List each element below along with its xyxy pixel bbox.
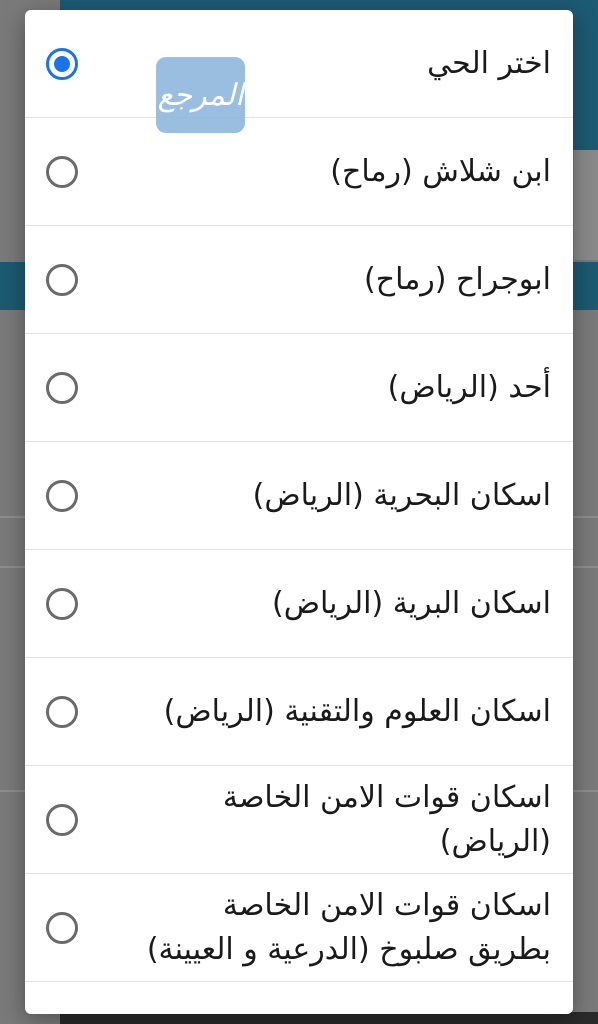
watermark-logo: المرجع [156,57,245,133]
option-label: اسكان قوات الامن الخاصة (الرياض) [222,779,551,859]
option-label: أحد (الرياض) [387,369,551,405]
radio-unchecked-icon[interactable] [46,695,78,728]
option-label: اسكان البرية (الرياض) [272,585,551,621]
option-label: ابوجراح (رماح) [364,261,551,297]
option-uhud[interactable]: أحد (الرياض) [25,334,573,442]
option-choose-district[interactable]: اختر الحي [25,10,573,118]
option-label: اسكان قوات الامن الخاصة بطريق صلبوخ (الد… [146,887,551,967]
option-label: اختر الحي [427,45,551,81]
radio-unchecked-icon[interactable] [46,155,78,188]
radio-unchecked-icon[interactable] [46,803,78,836]
option-ibn-shalash[interactable]: ابن شلاش (رماح) [25,118,573,226]
radio-unchecked-icon[interactable] [46,587,78,620]
watermark-logo-text: المرجع [157,77,244,113]
option-iskan-uloom[interactable]: اسكان العلوم والتقنية (الرياض) [25,658,573,766]
option-label: ابن شلاش (رماح) [330,153,551,189]
radio-unchecked-icon[interactable] [46,263,78,296]
option-label: اسكان العلوم والتقنية (الرياض) [163,693,551,729]
radio-unchecked-icon[interactable] [46,479,78,512]
option-abujarah[interactable]: ابوجراح (رماح) [25,226,573,334]
background-text-edge [574,150,598,260]
option-iskan-quwat-amn[interactable]: اسكان قوات الامن الخاصة (الرياض) [25,766,573,874]
option-iskan-bariya[interactable]: اسكان البرية (الرياض) [25,550,573,658]
district-select-dialog: اختر الحي ابن شلاش (رماح) ابوجراح (رماح)… [25,10,573,1014]
option-label: اسكان البحرية (الرياض) [252,477,551,513]
option-iskan-bahriya[interactable]: اسكان البحرية (الرياض) [25,442,573,550]
option-iskan-quwat-amn-salbukh[interactable]: اسكان قوات الامن الخاصة بطريق صلبوخ (الد… [25,874,573,982]
radio-unchecked-icon[interactable] [46,371,78,404]
radio-unchecked-icon[interactable] [46,911,78,944]
radio-checked-icon[interactable] [46,47,78,80]
